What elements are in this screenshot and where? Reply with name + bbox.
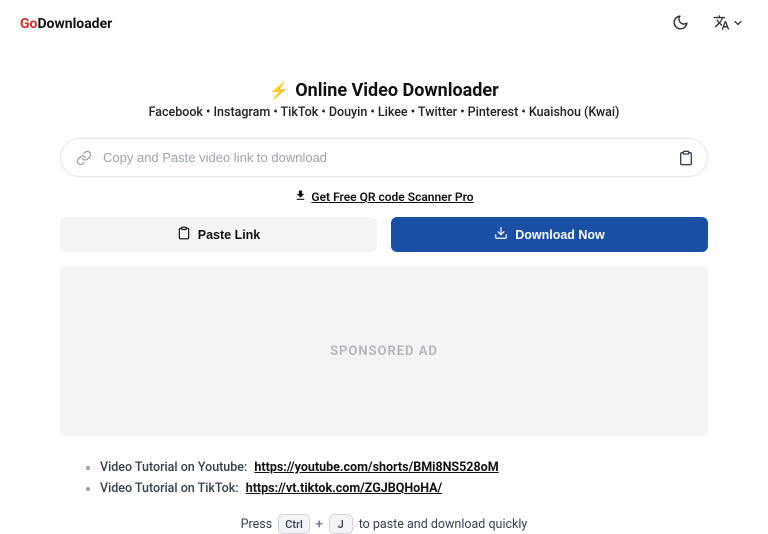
download-now-label: Download Now (515, 228, 605, 242)
button-row: Paste Link Download Now (60, 217, 708, 252)
ad-label: SPONSORED AD (330, 344, 438, 359)
promo-row: Get Free QR code Scanner Pro (40, 189, 728, 205)
shortcut-plus: + (316, 517, 323, 532)
link-icon (76, 150, 92, 166)
download-now-button[interactable]: Download Now (391, 217, 708, 252)
header-actions (668, 10, 748, 38)
list-item: Video Tutorial on TikTok: https://vt.tik… (100, 481, 700, 496)
list-item: Video Tutorial on Youtube: https://youtu… (100, 460, 700, 475)
logo-name: Downloader (37, 16, 112, 32)
logo-go: Go (20, 16, 37, 32)
subtitle: Facebook • Instagram • TikTok • Douyin •… (40, 105, 728, 120)
moon-icon (672, 14, 689, 34)
shortcut-rest: to paste and download quickly (359, 517, 528, 532)
tutorial-yt-label: Video Tutorial on Youtube: (100, 460, 247, 475)
shortcut-hint: Press Ctrl + J to paste and download qui… (40, 514, 728, 534)
main-content: ⚡ Online Video Downloader Facebook • Ins… (0, 42, 768, 534)
paste-link-button[interactable]: Paste Link (60, 217, 377, 252)
page-title: Online Video Downloader (295, 80, 499, 101)
kbd-ctrl: Ctrl (278, 514, 310, 534)
lightning-icon: ⚡ (269, 81, 289, 100)
translate-icon (713, 14, 730, 34)
url-input[interactable] (60, 138, 708, 177)
install-icon (294, 189, 307, 205)
logo[interactable]: GoDownloader (20, 16, 112, 32)
chevron-down-icon (732, 17, 744, 32)
paste-link-label: Paste Link (198, 228, 261, 242)
theme-toggle-button[interactable] (668, 10, 693, 38)
language-button[interactable] (709, 10, 748, 38)
paste-from-clipboard-button[interactable] (678, 150, 694, 166)
download-icon (494, 226, 508, 243)
promo-link[interactable]: Get Free QR code Scanner Pro (311, 190, 473, 204)
tutorial-yt-link[interactable]: https://youtube.com/shorts/BMi8NS528oM (254, 460, 498, 475)
tutorial-tt-label: Video Tutorial on TikTok: (100, 481, 239, 496)
tutorial-tt-link[interactable]: https://vt.tiktok.com/ZGJBQHoHA/ (246, 481, 442, 496)
url-input-wrap (60, 138, 708, 177)
kbd-j: J (329, 514, 353, 534)
clipboard-icon (177, 226, 191, 243)
header: GoDownloader (0, 0, 768, 42)
ad-placeholder: SPONSORED AD (60, 266, 708, 436)
tutorials-section: Video Tutorial on Youtube: https://youtu… (82, 460, 700, 496)
title-row: ⚡ Online Video Downloader (40, 80, 728, 101)
shortcut-press: Press (241, 517, 273, 532)
